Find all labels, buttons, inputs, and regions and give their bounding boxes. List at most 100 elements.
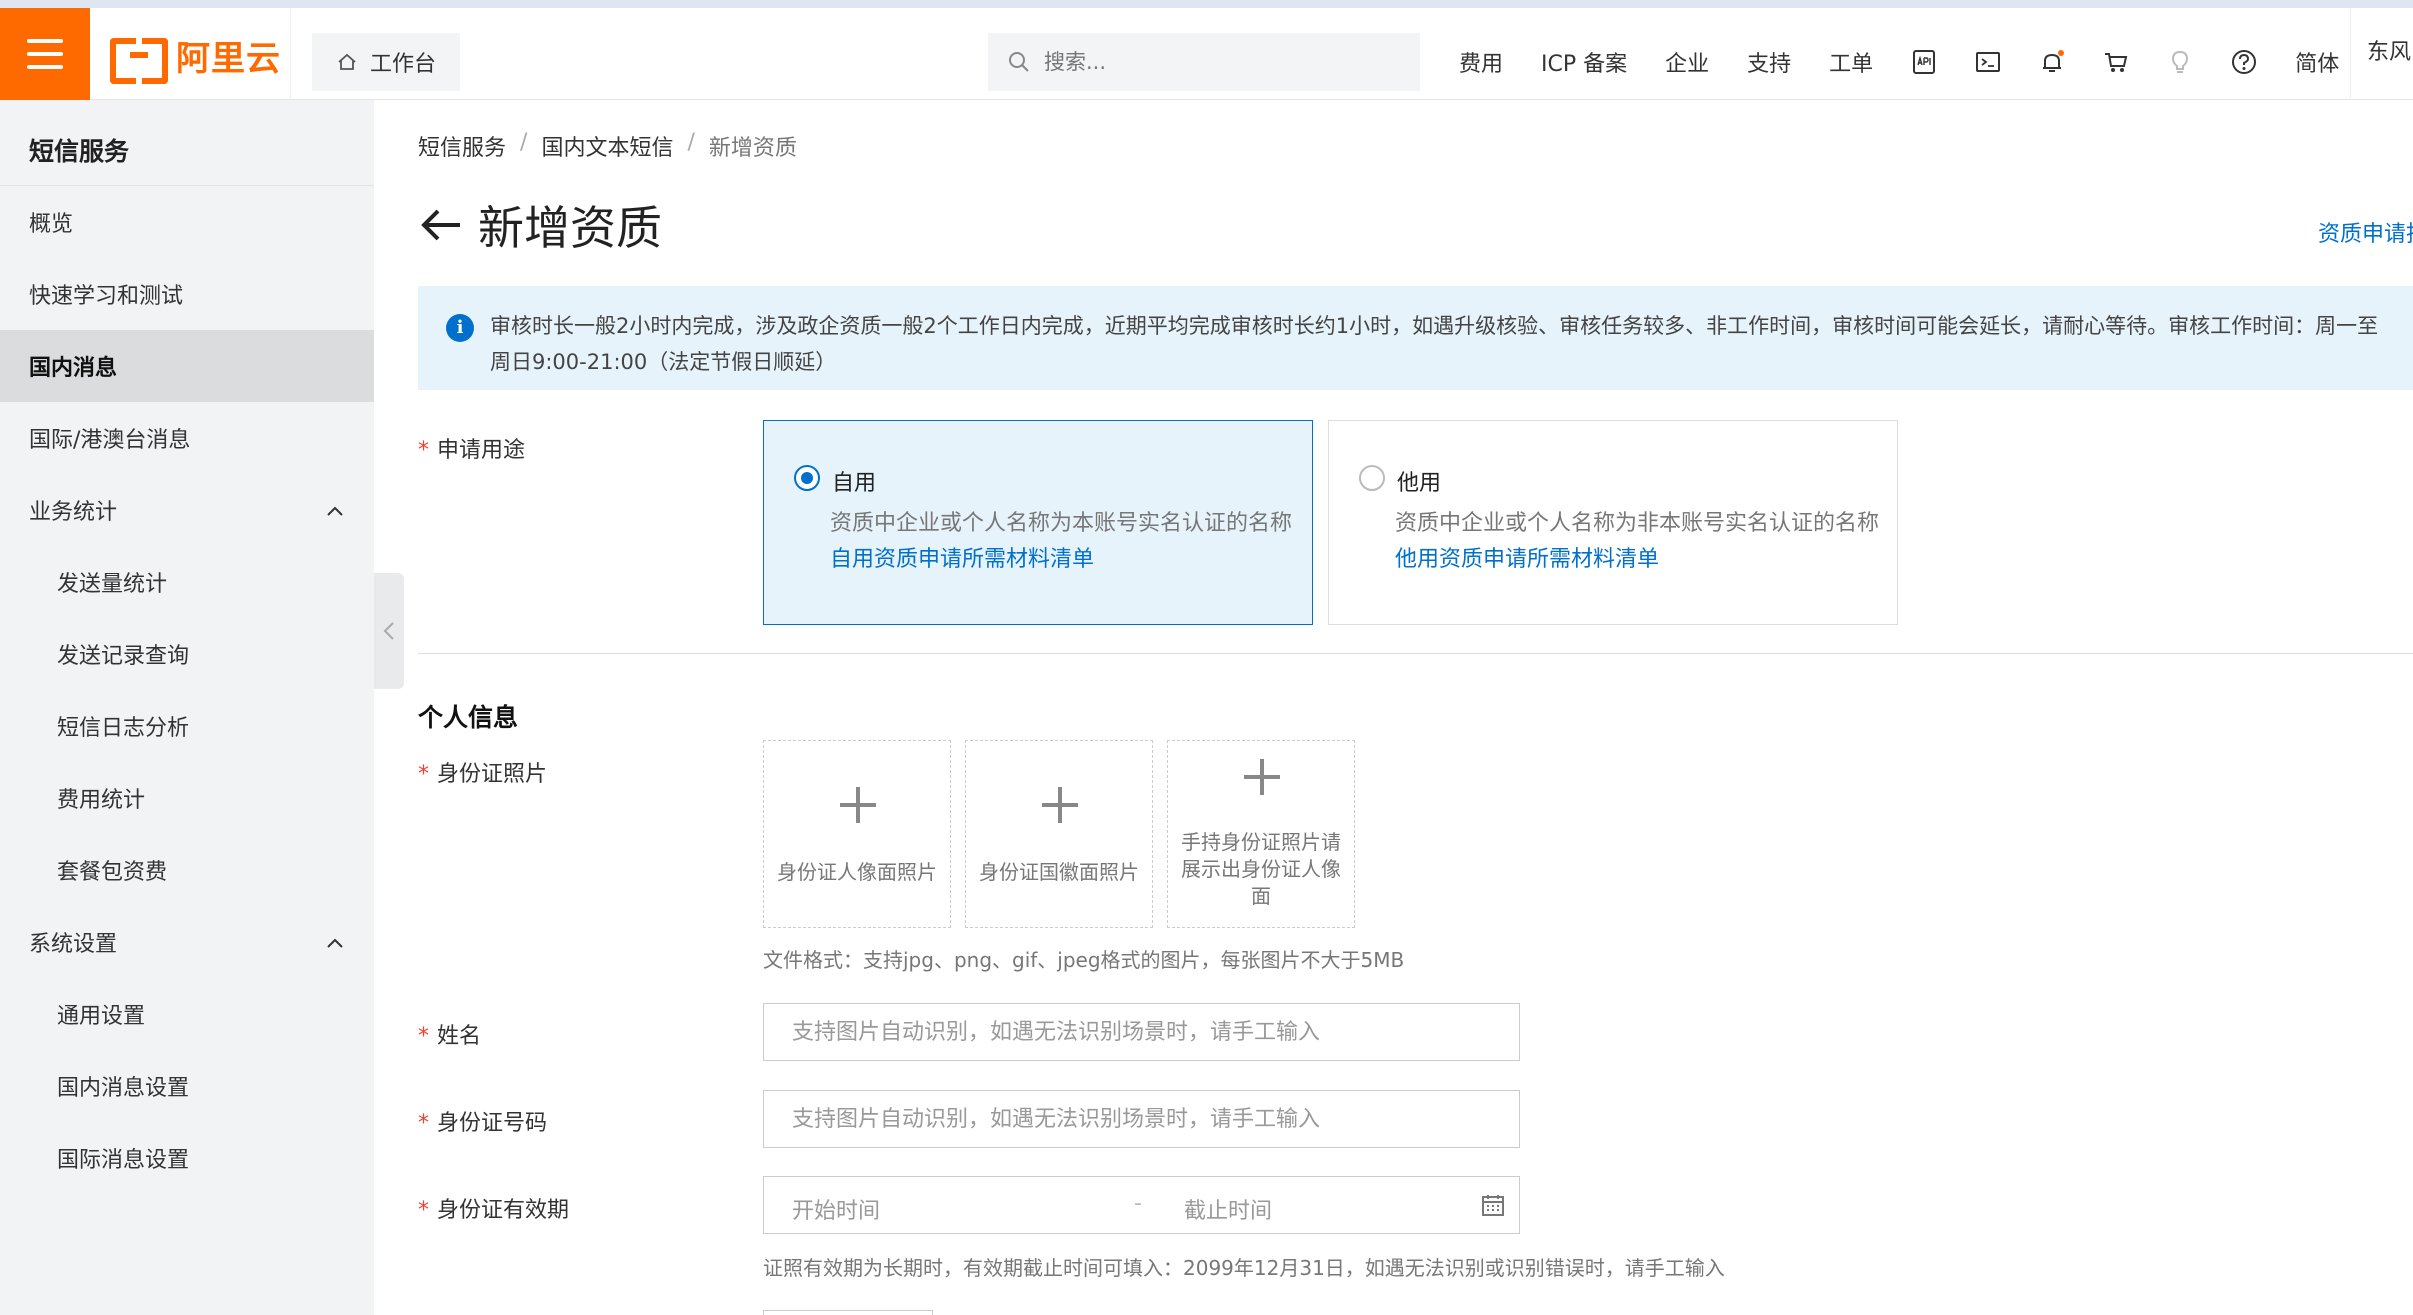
plus-icon	[840, 787, 876, 823]
nav-icp[interactable]: ICP 备案	[1541, 46, 1627, 78]
upload-id-front[interactable]: 身份证人像面照片	[763, 740, 951, 928]
sidebar-item-send-volume[interactable]: 发送量统计	[0, 546, 374, 618]
qualification-guide-link[interactable]: 资质申请指	[2318, 216, 2413, 248]
upload-format-hint: 文件格式：支持jpg、png、gif、jpeg格式的图片，每张图片不大于5MB	[763, 948, 1405, 972]
nav-ticket[interactable]: 工单	[1829, 46, 1873, 78]
sidebar-group-settings[interactable]: 系统设置	[0, 906, 374, 978]
breadcrumb-current: 新增资质	[708, 136, 797, 161]
logo-text: 阿里云	[176, 38, 281, 79]
help-icon[interactable]	[2229, 47, 2259, 77]
sidebar-item-international[interactable]: 国际/港澳台消息	[0, 402, 374, 474]
breadcrumb-separator: /	[687, 130, 695, 155]
purpose-option-other[interactable]: 他用 资质中企业或个人名称为非本账号实名认证的名称 他用资质申请所需材料清单	[1328, 420, 1898, 625]
sidebar-item-label: 国内消息设置	[57, 1076, 190, 1101]
nav-enterprise[interactable]: 企业	[1665, 46, 1709, 78]
upload-id-back[interactable]: 身份证国徽面照片	[965, 740, 1153, 928]
start-date-input[interactable]: 开始时间	[792, 1193, 880, 1225]
name-label: * 姓名	[418, 1018, 481, 1050]
lightbulb-icon[interactable]	[2165, 47, 2195, 77]
page-header: 新增资质	[418, 192, 662, 258]
calendar-icon[interactable]	[1481, 1193, 1505, 1217]
aliyun-logo[interactable]: 阿里云	[110, 30, 281, 84]
sidebar-item-quickstart[interactable]: 快速学习和测试	[0, 258, 374, 330]
search-input[interactable]	[1044, 50, 1384, 74]
sidebar-item-label: 发送量统计	[57, 572, 168, 597]
sidebar-group-statistics[interactable]: 业务统计	[0, 474, 374, 546]
page-title: 新增资质	[478, 201, 662, 255]
aliyun-logo-mark-icon	[110, 38, 168, 84]
sidebar-item-cost-stats[interactable]: 费用统计	[0, 762, 374, 834]
review-notice: i 审核时长一般2小时内完成，涉及政企资质一般2个工作日内完成，近期平均完成审核…	[418, 286, 2413, 390]
divider	[290, 8, 291, 100]
sidebar-item-label: 国际/港澳台消息	[29, 428, 191, 453]
menu-icon[interactable]	[0, 8, 90, 100]
language-switch[interactable]: 简体	[2295, 46, 2339, 78]
name-label-text: 姓名	[437, 1024, 482, 1049]
required-mark: *	[418, 438, 429, 463]
sidebar-item-overview[interactable]: 概览	[0, 186, 374, 258]
notice-line-2: 周日9:00-21:00（法定节假日顺延）	[490, 350, 837, 374]
purpose-label: * 申请用途	[418, 432, 525, 464]
sidebar-item-label: 概览	[29, 212, 74, 237]
id-validity-label-text: 身份证有效期	[437, 1198, 570, 1223]
main-content: 短信服务 / 国内文本短信 / 新增资质 新增资质 资质申请指 i 审核时长一般…	[418, 100, 2413, 1315]
nav-support[interactable]: 支持	[1747, 46, 1791, 78]
purpose-option-self[interactable]: 自用 资质中企业或个人名称为本账号实名认证的名称 自用资质申请所需材料清单	[763, 420, 1313, 625]
section-divider	[418, 653, 2413, 654]
option-title: 他用	[1397, 471, 1442, 496]
bell-icon[interactable]	[2037, 47, 2067, 77]
id-number-input[interactable]	[792, 1106, 1519, 1132]
sidebar-item-label: 短信日志分析	[57, 716, 190, 741]
next-field-edge	[763, 1310, 933, 1315]
name-input[interactable]	[792, 1019, 1519, 1045]
end-date-input[interactable]: 截止时间	[1184, 1193, 1272, 1225]
search-box[interactable]	[988, 33, 1420, 91]
workbench-label: 工作台	[370, 52, 437, 77]
sidebar: 短信服务 概览 快速学习和测试 国内消息 国际/港澳台消息 业务统计 发送量统计…	[0, 100, 374, 1315]
chevron-up-icon	[327, 506, 343, 516]
user-account[interactable]: 东风	[2350, 8, 2413, 100]
upload-label: 身份证人像面照片	[777, 860, 937, 884]
id-validity-date-range[interactable]: 开始时间 - 截止时间	[763, 1176, 1520, 1234]
nav-cost[interactable]: 费用	[1459, 46, 1503, 78]
sidebar-item-send-records[interactable]: 发送记录查询	[0, 618, 374, 690]
option-materials-link[interactable]: 自用资质申请所需材料清单	[830, 541, 1094, 573]
breadcrumb-item[interactable]: 短信服务	[418, 130, 506, 162]
id-photo-label-text: 身份证照片	[437, 762, 548, 787]
name-field[interactable]	[763, 1003, 1520, 1061]
search-icon	[1009, 52, 1029, 72]
radio-unselected[interactable]	[1359, 465, 1385, 491]
option-materials-link[interactable]: 他用资质申请所需材料清单	[1395, 541, 1659, 573]
sidebar-item-label: 通用设置	[57, 1004, 146, 1029]
sidebar-item-label: 快速学习和测试	[29, 284, 184, 309]
upload-id-handheld[interactable]: 手持身份证照片请展示出身份证人像面	[1167, 740, 1355, 928]
sidebar-collapse-toggle[interactable]	[374, 573, 404, 689]
sidebar-item-international-settings[interactable]: 国际消息设置	[0, 1122, 374, 1194]
sidebar-item-label: 国际消息设置	[57, 1148, 190, 1173]
back-arrow-icon[interactable]	[418, 205, 462, 245]
range-separator: -	[1134, 1191, 1142, 1216]
validity-hint: 证照有效期为长期时，有效期截止时间可填入：2099年12月31日，如遇无法识别或…	[763, 1256, 1725, 1280]
api-icon[interactable]	[1909, 47, 1939, 77]
cart-icon[interactable]	[2101, 47, 2131, 77]
terminal-icon[interactable]	[1973, 47, 2003, 77]
sidebar-item-label: 套餐包资费	[57, 860, 168, 885]
sidebar-item-domestic[interactable]: 国内消息	[0, 330, 374, 402]
sidebar-item-label: 国内消息	[29, 356, 118, 381]
sidebar-item-label: 费用统计	[57, 788, 146, 813]
sidebar-item-log-analysis[interactable]: 短信日志分析	[0, 690, 374, 762]
workbench-button[interactable]: 工作台	[312, 33, 461, 91]
id-number-field[interactable]	[763, 1090, 1520, 1148]
sidebar-item-packages[interactable]: 套餐包资费	[0, 834, 374, 906]
sidebar-item-label: 业务统计	[29, 500, 118, 525]
required-mark: *	[418, 1198, 429, 1223]
top-bar: 阿里云 工作台 费用 ICP 备案 企业 支持 工单 简体	[0, 0, 2413, 100]
id-number-label: * 身份证号码	[418, 1105, 547, 1137]
sidebar-title: 短信服务	[0, 100, 374, 186]
home-icon	[338, 53, 356, 70]
sidebar-item-domestic-settings[interactable]: 国内消息设置	[0, 1050, 374, 1122]
sidebar-item-general-settings[interactable]: 通用设置	[0, 978, 374, 1050]
breadcrumb-item[interactable]: 国内文本短信	[541, 130, 673, 162]
radio-selected[interactable]	[794, 465, 820, 491]
upload-label: 身份证国徽面照片	[979, 860, 1139, 884]
